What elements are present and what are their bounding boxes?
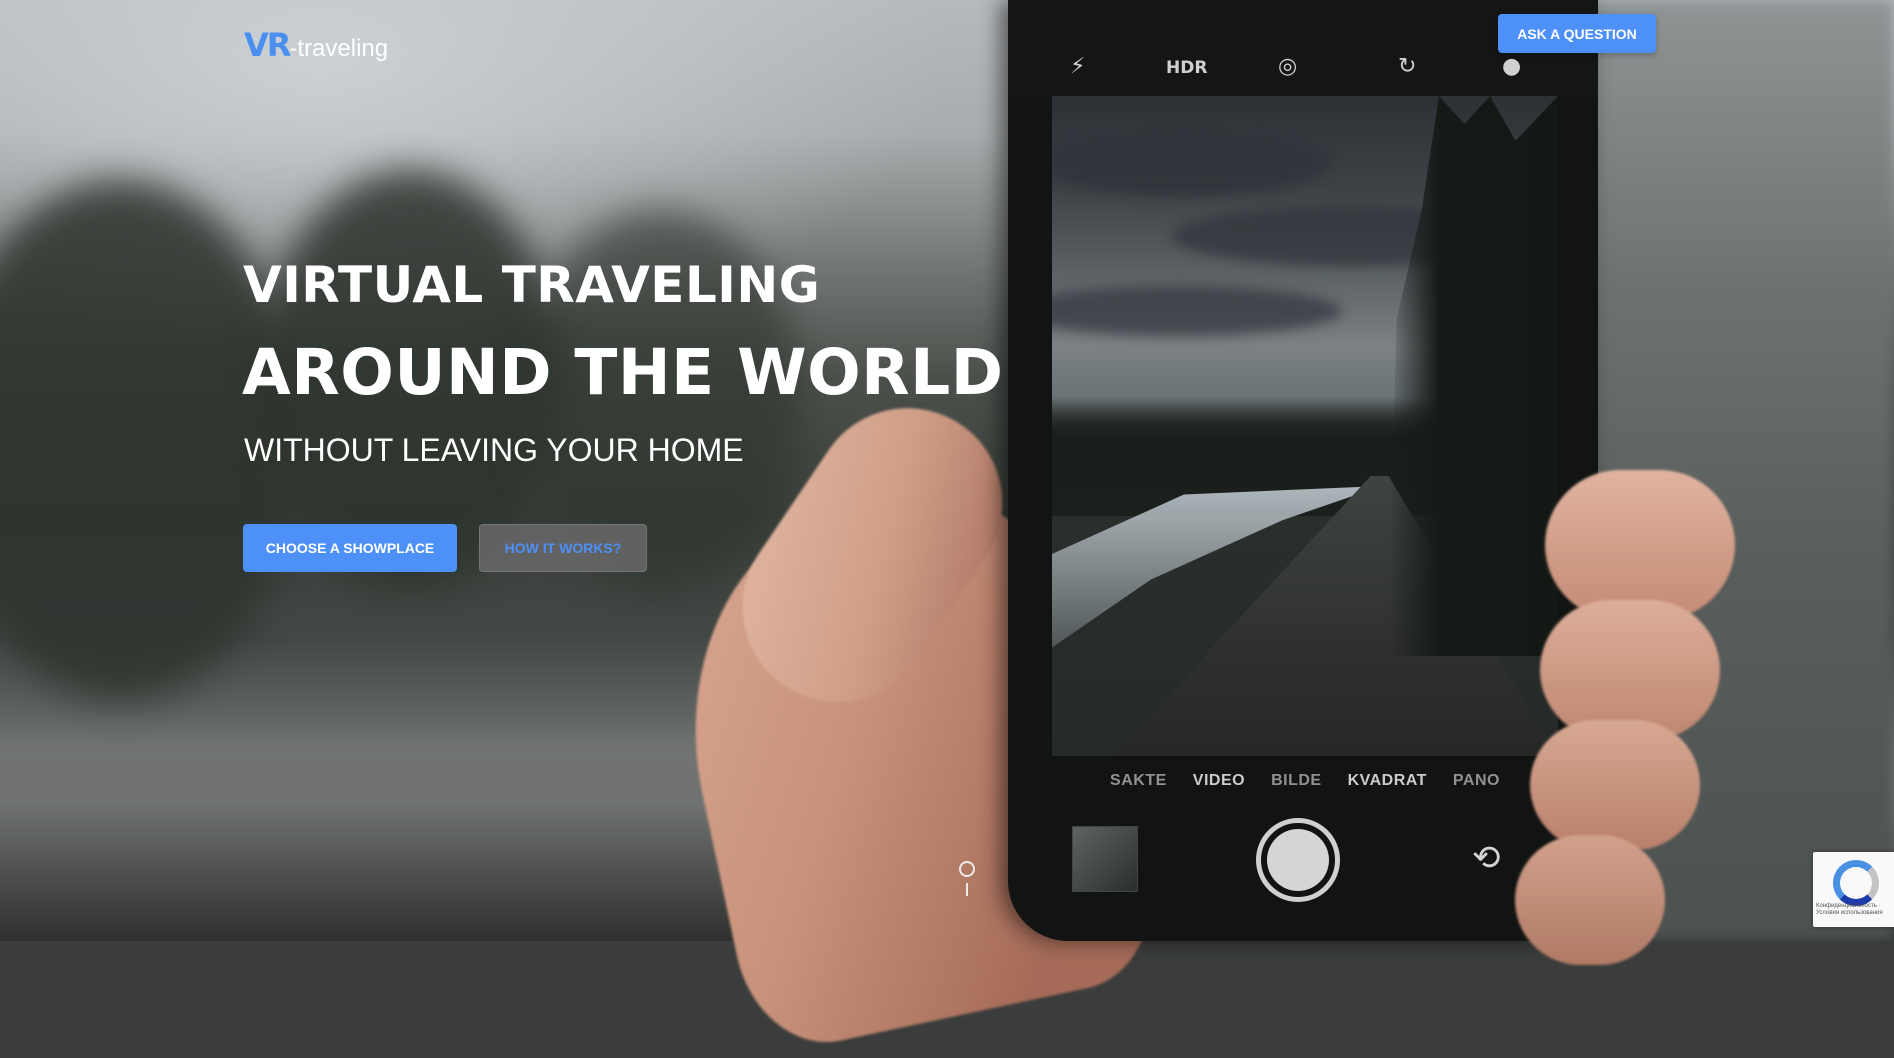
hand-finger <box>1530 720 1700 850</box>
switch-camera-icon: ⟲ <box>1472 838 1501 878</box>
logo-vr: VR <box>244 26 291 64</box>
mode-video: VIDEO <box>1192 772 1246 789</box>
mode-bilde: BILDE <box>1271 772 1322 789</box>
hand-finger <box>1515 835 1665 965</box>
timer-icon: ↻ <box>1398 54 1417 79</box>
scroll-down-indicator[interactable] <box>957 861 977 901</box>
recaptcha-icon <box>1833 860 1879 906</box>
mode-kvadrat: KVADRAT <box>1347 772 1427 789</box>
hdr-icon: HDR <box>1166 58 1208 78</box>
gallery-thumbnail <box>1072 826 1138 892</box>
scroll-line-icon <box>966 883 968 896</box>
filters-icon: ● <box>1502 54 1522 79</box>
how-it-works-button[interactable]: HOW IT WORKS? <box>479 524 647 572</box>
live-photo-off-icon: ◎ <box>1278 54 1298 79</box>
flash-icon: ⚡ <box>1070 54 1086 79</box>
hero-title-line2: AROUND THE WORLD <box>242 336 1004 409</box>
mode-pano: PANO <box>1452 772 1500 789</box>
scroll-ring-icon <box>959 861 975 877</box>
hero-subtitle: WITHOUT LEAVING YOUR HOME <box>244 432 744 468</box>
mode-sakte: SAKTE <box>1110 772 1167 789</box>
site-logo[interactable]: VR -traveling <box>244 26 388 64</box>
recaptcha-text: Конфиденциальность · Условия использован… <box>1816 903 1883 916</box>
ask-question-button[interactable]: ASK A QUESTION <box>1498 14 1656 53</box>
hand-finger <box>1540 600 1720 740</box>
shutter-button-icon <box>1256 818 1340 902</box>
tall-trees <box>1388 96 1558 656</box>
cloud <box>1052 126 1332 196</box>
camera-viewfinder <box>1052 96 1558 756</box>
hand-finger <box>1545 470 1735 620</box>
choose-showplace-button[interactable]: CHOOSE A SHOWPLACE <box>243 524 457 572</box>
recaptcha-badge[interactable]: Конфиденциальность · Условия использован… <box>1813 852 1894 927</box>
camera-mode-selector: SAKTE VIDEO BILDE KVADRAT PANO <box>1052 772 1558 790</box>
cloud <box>1052 286 1342 336</box>
smartphone: ⚡ HDR ◎ ↻ ● SAKTE VIDEO BILDE KVADRAT PA… <box>1008 0 1598 941</box>
logo-text: -traveling <box>289 35 389 62</box>
hero-title-line1: VIRTUAL TRAVELING <box>243 256 821 314</box>
